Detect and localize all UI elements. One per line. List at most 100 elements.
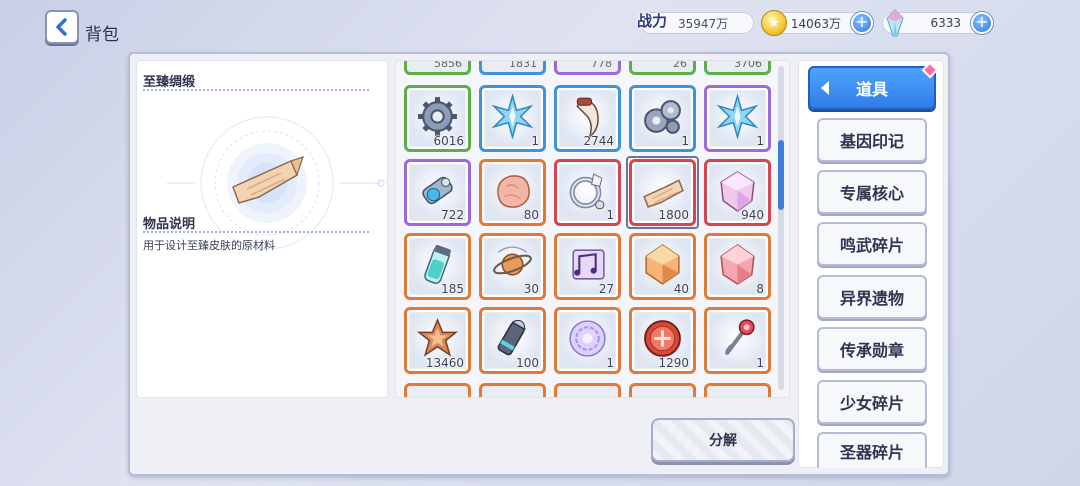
category-tab[interactable]: 圣器碎片: [817, 432, 927, 468]
grid-tile-partial[interactable]: 1831: [479, 61, 546, 75]
chevron-left-icon: [56, 18, 67, 36]
gem-value: 6333: [930, 16, 961, 30]
item-count: 940: [741, 208, 764, 222]
gem-display: 6333 +: [882, 9, 993, 37]
category-tab[interactable]: 鸣武碎片: [817, 222, 927, 266]
power-label: 战力: [637, 12, 668, 30]
grid-tile-partial[interactable]: 3706: [704, 61, 771, 75]
item-tile[interactable]: 1: [704, 85, 771, 152]
item-name: 至臻绸缎: [143, 75, 196, 90]
ore-stone-icon: [497, 175, 530, 208]
category-tab[interactable]: 异界遗物: [817, 275, 927, 319]
category-label: 鸣武碎片: [839, 236, 904, 255]
add-gem-button[interactable]: +: [971, 12, 993, 34]
item-count: 1: [606, 208, 614, 222]
item-tile[interactable]: 940: [704, 159, 771, 226]
item-tile[interactable]: 1800: [626, 156, 699, 229]
ice-star-crystal-icon: [716, 94, 759, 139]
gear-icon: [418, 97, 457, 136]
divider: [143, 231, 369, 233]
item-tile[interactable]: 30: [479, 233, 546, 300]
power-display: 战力 35947万: [637, 12, 754, 34]
red-coin-icon: [644, 320, 681, 357]
decompose-button[interactable]: 分解: [651, 418, 795, 462]
category-tab[interactable]: 基因印记: [817, 118, 927, 162]
item-tile[interactable]: 8: [704, 233, 771, 300]
scrollbar-thumb[interactable]: [778, 140, 784, 210]
category-label: 传承勋章: [839, 341, 904, 360]
star-badge-icon: [416, 318, 459, 357]
category-label: 少女碎片: [839, 394, 904, 413]
item-tile[interactable]: 1: [554, 307, 621, 374]
grid-tile-partial[interactable]: 26: [629, 61, 696, 75]
category-label: 基因印记: [839, 132, 904, 151]
grid-scrollbar[interactable]: [778, 66, 784, 390]
crystal-icon: [886, 9, 904, 37]
category-tab-items[interactable]: 道具: [808, 61, 939, 110]
item-tile[interactable]: 1: [479, 85, 546, 152]
category-label: 专属核心: [839, 184, 904, 203]
planet-ring-icon: [493, 246, 532, 276]
item-tile[interactable]: 1290: [629, 307, 696, 374]
grid-tile-partial[interactable]: [629, 383, 696, 397]
item-tile[interactable]: 100: [479, 307, 546, 374]
item-count: 6016: [433, 134, 464, 148]
item-tile[interactable]: 1: [554, 159, 621, 226]
category-tab[interactable]: 传承勋章: [817, 327, 927, 371]
category-label: 异界遗物: [839, 289, 904, 308]
item-tile[interactable]: 40: [629, 233, 696, 300]
gold-value: 14063万: [790, 16, 841, 31]
item-count: 26: [673, 61, 687, 70]
amber-crystal-icon: [645, 244, 680, 285]
description-title: 物品说明: [143, 217, 196, 232]
magic-circle-icon: [569, 320, 606, 357]
item-tile[interactable]: 185: [404, 233, 471, 300]
item-detail-panel: 至臻绸缎 物品说明 用于设计至臻皮肤的原材料: [136, 60, 388, 398]
item-grid[interactable]: 5856 1831 778 26 3706 6016 1 2744 1 1 722 80 1 1800 94…: [395, 60, 790, 398]
mech-arm-icon: [422, 176, 453, 205]
item-count: 722: [441, 208, 464, 222]
grid-tile-partial[interactable]: [404, 383, 471, 397]
grid-tile-partial[interactable]: [479, 383, 546, 397]
claw-tooth-icon: [576, 97, 599, 139]
item-tile[interactable]: 80: [479, 159, 546, 226]
item-count: 778: [591, 61, 612, 70]
item-tile[interactable]: 1: [629, 85, 696, 152]
item-count: 2744: [583, 134, 614, 148]
item-count: 1: [756, 356, 764, 370]
item-tile[interactable]: 1: [704, 307, 771, 374]
item-tile[interactable]: 13460: [404, 307, 471, 374]
gear-cluster-icon: [644, 100, 681, 134]
add-gold-button[interactable]: +: [851, 12, 873, 34]
item-tile[interactable]: 2744: [554, 85, 621, 152]
bullet-icon: [497, 319, 526, 356]
category-tab[interactable]: 少女碎片: [817, 380, 927, 424]
item-count: 1: [756, 134, 764, 148]
triangle-left-icon: [821, 81, 829, 95]
category-label: 道具: [855, 80, 888, 99]
category-tab[interactable]: 专属核心: [817, 170, 927, 214]
category-label: 圣器碎片: [839, 443, 904, 462]
key-wand-icon: [725, 319, 755, 355]
music-score-icon: [572, 249, 605, 280]
item-count: 1290: [658, 356, 689, 370]
item-count: 1: [606, 356, 614, 370]
ring-icon: [569, 173, 605, 210]
item-tile[interactable]: 722: [404, 159, 471, 226]
page-title: 背包: [85, 25, 119, 45]
ice-star-crystal-icon: [491, 94, 534, 139]
item-tile[interactable]: 6016: [404, 85, 471, 152]
grid-tile-partial[interactable]: [704, 383, 771, 397]
silk-cloth-icon: [643, 179, 684, 208]
item-count: 1800: [658, 208, 689, 222]
grid-tile-partial[interactable]: 5856: [404, 61, 471, 75]
item-count: 40: [673, 282, 689, 296]
grid-tile-partial[interactable]: [554, 383, 621, 397]
back-button[interactable]: [45, 10, 79, 44]
vial-icon: [424, 244, 451, 284]
item-tile[interactable]: 27: [554, 233, 621, 300]
grid-tile-partial[interactable]: 778: [554, 61, 621, 75]
item-count: 100: [516, 356, 539, 370]
item-grid-viewport: 5856 1831 778 26 3706 6016 1 2744 1 1 722 80 1 1800 94…: [404, 61, 776, 397]
item-count: 185: [441, 282, 464, 296]
